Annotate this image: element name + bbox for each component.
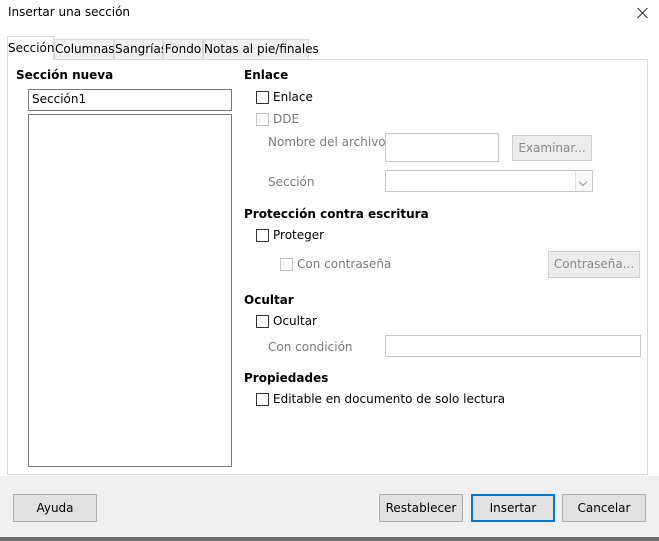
tab-seccion[interactable]: Sección <box>7 36 54 60</box>
properties-heading: Propiedades <box>244 371 329 385</box>
insert-button[interactable]: Insertar <box>471 494 555 522</box>
help-button[interactable]: Ayuda <box>13 494 97 522</box>
file-name-label: Nombre del archivo <box>268 135 386 149</box>
protect-checkbox-label: Proteger <box>273 228 325 242</box>
editable-readonly-checkbox[interactable] <box>256 393 269 406</box>
tab-sangrias[interactable]: Sangrías <box>114 39 167 59</box>
cancel-button[interactable]: Cancelar <box>562 494 646 522</box>
with-password-label: Con contraseña <box>297 257 392 271</box>
browse-button: Examinar... <box>512 135 592 161</box>
file-name-input <box>385 133 499 162</box>
section-select <box>385 170 593 192</box>
link-heading: Enlace <box>244 68 289 82</box>
tab-notas-al-pie[interactable]: Notas al pie/finales <box>203 39 319 59</box>
editable-readonly-label: Editable en documento de solo lectura <box>273 392 506 406</box>
reset-button[interactable]: Restablecer <box>379 494 463 522</box>
section-name-input[interactable]: Sección1 <box>28 89 232 111</box>
hide-checkbox[interactable] <box>256 315 269 328</box>
new-section-heading: Sección nueva <box>16 68 114 82</box>
close-icon[interactable] <box>629 2 657 24</box>
dde-checkbox-label: DDE <box>273 112 300 126</box>
dialog-footer <box>0 476 659 541</box>
write-protection-heading: Protección contra escritura <box>244 207 429 221</box>
tab-columnas[interactable]: Columnas <box>54 39 115 59</box>
section-list[interactable] <box>28 114 232 467</box>
window-bottom-border <box>0 537 659 541</box>
section-select-label: Sección <box>268 175 315 189</box>
with-password-checkbox <box>280 258 293 271</box>
hide-checkbox-label: Ocultar <box>273 314 317 328</box>
protect-checkbox[interactable] <box>256 229 269 242</box>
condition-label: Con condición <box>268 340 353 354</box>
hide-heading: Ocultar <box>244 293 294 307</box>
link-checkbox[interactable] <box>256 91 269 104</box>
dde-checkbox <box>256 113 269 126</box>
link-checkbox-label: Enlace <box>273 90 313 104</box>
chevron-down-icon <box>575 171 592 191</box>
condition-input <box>385 335 641 357</box>
dialog-title: Insertar una sección <box>8 5 131 19</box>
password-button: Contraseña... <box>548 251 640 278</box>
tab-fondo[interactable]: Fondo <box>163 39 203 59</box>
